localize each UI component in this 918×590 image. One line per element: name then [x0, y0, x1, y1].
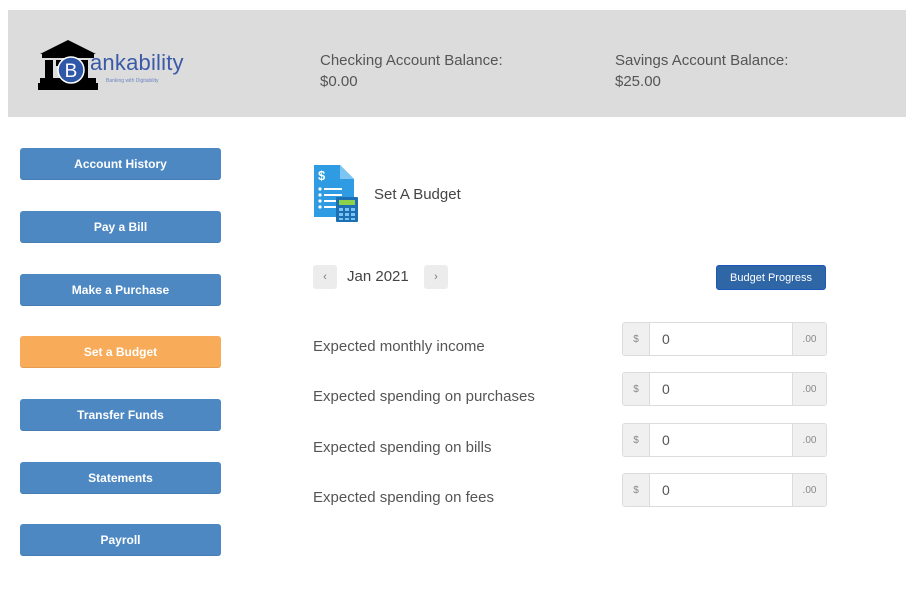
- sidebar-item-account-history[interactable]: Account History: [20, 148, 221, 180]
- dollar-prefix: $: [623, 323, 650, 355]
- budget-progress-button[interactable]: Budget Progress: [716, 265, 826, 290]
- income-input[interactable]: [650, 323, 792, 355]
- cents-suffix: .00: [792, 474, 826, 506]
- checking-balance: Checking Account Balance: $0.00: [320, 50, 503, 92]
- fees-input-group: $ .00: [622, 473, 827, 507]
- sidebar-item-statements[interactable]: Statements: [20, 462, 221, 494]
- sidebar-item-make-a-purchase[interactable]: Make a Purchase: [20, 274, 221, 306]
- savings-balance-label: Savings Account Balance:: [615, 52, 789, 69]
- savings-balance-value: $25.00: [615, 73, 661, 90]
- bills-input-group: $ .00: [622, 423, 827, 457]
- income-label: Expected monthly income: [313, 338, 485, 355]
- bankability-logo[interactable]: B ankability Banking with Digitability: [36, 38, 186, 94]
- page-title: Set A Budget: [374, 186, 461, 203]
- savings-balance: Savings Account Balance: $25.00: [615, 50, 788, 92]
- income-input-group: $ .00: [622, 322, 827, 356]
- dollar-prefix: $: [623, 424, 650, 456]
- logo-tagline: Banking with Digitability: [106, 78, 159, 84]
- dollar-prefix: $: [623, 474, 650, 506]
- svg-text:$: $: [318, 168, 326, 183]
- logo-initial: B: [65, 61, 78, 82]
- sidebar-item-set-a-budget[interactable]: Set a Budget: [20, 336, 221, 368]
- previous-month-button[interactable]: ‹: [313, 265, 337, 289]
- purchases-input[interactable]: [650, 373, 792, 405]
- fees-input[interactable]: [650, 474, 792, 506]
- sidebar-item-payroll[interactable]: Payroll: [20, 524, 221, 556]
- sidebar-item-pay-a-bill[interactable]: Pay a Bill: [20, 211, 221, 243]
- checking-balance-label: Checking Account Balance:: [320, 52, 503, 69]
- next-month-button[interactable]: ›: [424, 265, 448, 289]
- header: B ankability Banking with Digitability C…: [8, 10, 906, 117]
- purchases-label: Expected spending on purchases: [313, 388, 535, 405]
- budget-calculator-icon: $: [314, 165, 358, 222]
- logo-wordmark: ankability: [90, 50, 184, 75]
- current-month: Jan 2021: [347, 268, 409, 285]
- cents-suffix: .00: [792, 373, 826, 405]
- bills-label: Expected spending on bills: [313, 439, 492, 456]
- cents-suffix: .00: [792, 424, 826, 456]
- purchases-input-group: $ .00: [622, 372, 827, 406]
- sidebar-item-transfer-funds[interactable]: Transfer Funds: [20, 399, 221, 431]
- dollar-prefix: $: [623, 373, 650, 405]
- fees-label: Expected spending on fees: [313, 489, 494, 506]
- cents-suffix: .00: [792, 323, 826, 355]
- checking-balance-value: $0.00: [320, 73, 358, 90]
- bills-input[interactable]: [650, 424, 792, 456]
